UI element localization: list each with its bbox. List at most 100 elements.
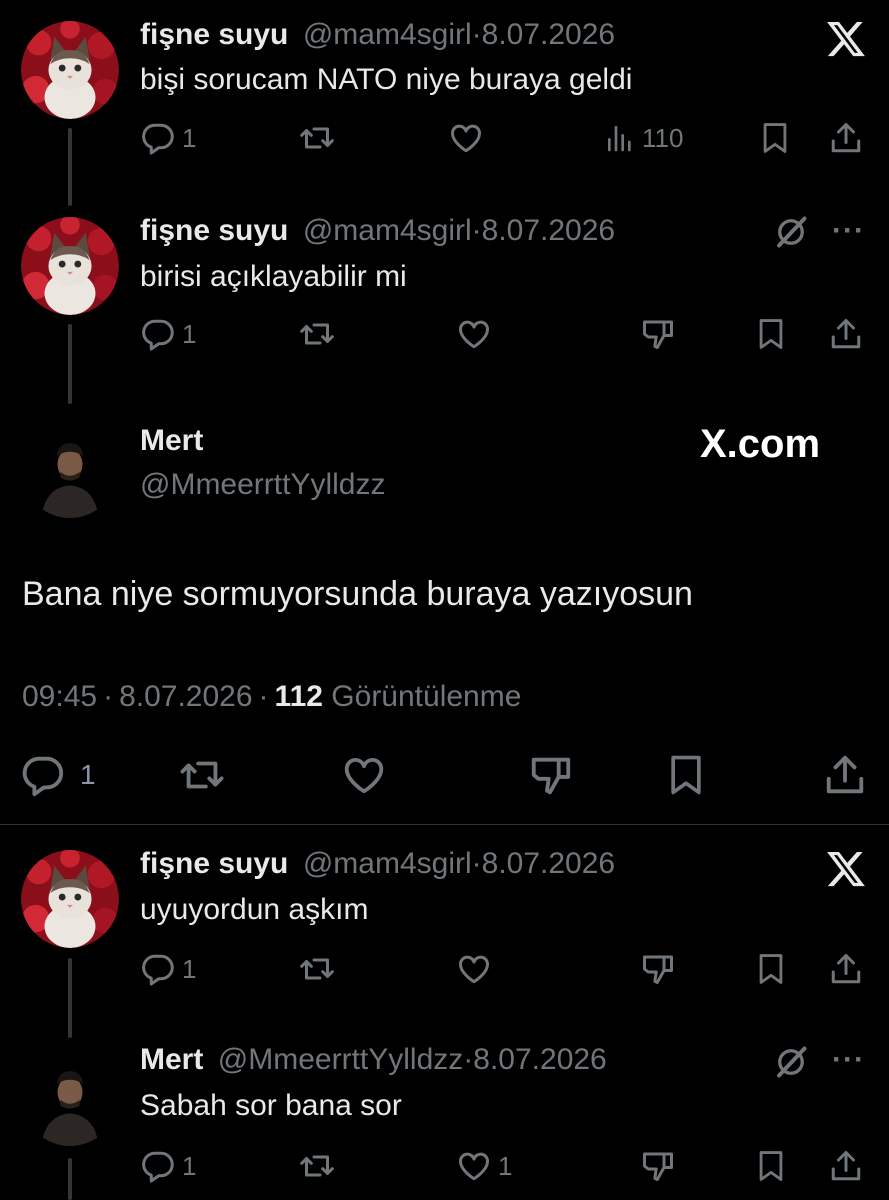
dislike-button[interactable]	[640, 951, 676, 987]
grok-icon[interactable]	[773, 1044, 809, 1080]
avatar-image	[22, 1050, 118, 1146]
avatar[interactable]	[21, 850, 119, 948]
dislike-button[interactable]	[640, 316, 676, 352]
reply-icon	[140, 316, 176, 352]
thread-line	[68, 128, 72, 206]
display-name[interactable]: Mert	[140, 424, 203, 458]
retweet-button[interactable]	[298, 316, 336, 352]
reply-count: 1	[182, 1150, 197, 1181]
tweet-date[interactable]: 8.07.2026	[482, 847, 615, 880]
reply-button[interactable]: 1	[140, 1148, 196, 1184]
reply-button[interactable]: 1	[140, 316, 196, 352]
like-button[interactable]	[456, 316, 492, 352]
separator: ·	[103, 680, 114, 713]
like-button[interactable]: 1	[456, 1148, 512, 1184]
reply-button[interactable]: 1	[20, 752, 96, 798]
retweet-icon	[298, 951, 336, 987]
handle[interactable]: @mam4sgirl	[303, 214, 472, 247]
share-icon	[828, 951, 864, 987]
share-button[interactable]	[828, 951, 864, 987]
reply-count: 1	[182, 318, 197, 349]
like-button[interactable]	[456, 951, 492, 987]
thread-line	[68, 958, 72, 1038]
separator: ·	[258, 680, 269, 713]
share-button[interactable]	[828, 1148, 864, 1184]
bookmark-button[interactable]	[664, 752, 708, 798]
avatar[interactable]	[21, 21, 119, 119]
tweet-text: birisi açıklayabilir mi	[140, 260, 407, 293]
bookmark-button[interactable]	[754, 1148, 788, 1184]
more-icon[interactable]: ···	[832, 1043, 865, 1077]
handle[interactable]: @MmeerrttYylldzz	[140, 468, 385, 502]
handle[interactable]: @MmeerrttYylldzz	[218, 1043, 463, 1076]
like-button[interactable]	[340, 752, 388, 798]
display-name[interactable]: fişne suyu	[140, 847, 288, 880]
retweet-icon	[298, 120, 336, 156]
reply-button[interactable]: 1	[140, 951, 196, 987]
bookmark-button[interactable]	[754, 316, 788, 352]
dislike-icon	[640, 951, 676, 987]
separator: ·	[471, 214, 482, 247]
reply-icon	[140, 120, 176, 156]
retweet-icon	[176, 752, 228, 798]
tweet-date[interactable]: 8.07.2026	[482, 18, 615, 51]
views-icon	[604, 120, 636, 156]
bookmark-button[interactable]	[754, 951, 788, 987]
avatar-image	[21, 850, 119, 948]
share-button[interactable]	[828, 120, 864, 156]
avatar[interactable]	[21, 217, 119, 315]
tweet-text: Bana niye sormuyorsunda buraya yazıyosun	[22, 575, 693, 613]
grok-icon[interactable]	[773, 214, 809, 250]
like-button[interactable]	[448, 120, 484, 156]
avatar-image	[21, 217, 119, 315]
share-button[interactable]	[828, 316, 864, 352]
tweet-text: uyuyordun aşkım	[140, 893, 369, 926]
views-button[interactable]: 110	[604, 120, 683, 156]
handle[interactable]: @mam4sgirl	[303, 18, 472, 51]
retweet-button[interactable]	[176, 752, 228, 798]
tweet-header: fişne suyu @mam4sgirl·8.07.2026	[140, 18, 615, 52]
dislike-button[interactable]	[640, 1148, 676, 1184]
views-count: 112	[274, 680, 323, 713]
display-name[interactable]: Mert	[140, 1043, 203, 1076]
handle[interactable]: @mam4sgirl	[303, 847, 472, 880]
display-name[interactable]: fişne suyu	[140, 18, 288, 51]
reply-button[interactable]: 1	[140, 120, 196, 156]
share-icon	[822, 752, 868, 798]
share-button[interactable]	[822, 752, 868, 798]
tweet-time[interactable]: 09:45	[22, 680, 97, 713]
reply-count: 1	[80, 759, 96, 790]
tweet-header: Mert @MmeerrttYylldzz·8.07.2026	[140, 1043, 607, 1077]
retweet-button[interactable]	[298, 951, 336, 987]
reply-icon	[140, 1148, 176, 1184]
tweet-date[interactable]: 8.07.2026	[473, 1043, 606, 1076]
x-logo-icon	[825, 18, 867, 60]
avatar[interactable]	[22, 1050, 118, 1146]
bookmark-icon	[754, 316, 788, 352]
dislike-button[interactable]	[528, 752, 574, 798]
share-icon	[828, 120, 864, 156]
bookmark-icon	[754, 951, 788, 987]
reply-count: 1	[182, 122, 197, 153]
dislike-icon	[528, 752, 574, 798]
thread-line	[68, 1158, 72, 1200]
like-icon	[448, 120, 484, 156]
reply-icon	[20, 752, 66, 798]
bookmark-icon	[754, 1148, 788, 1184]
avatar-image	[21, 21, 119, 119]
reply-icon	[140, 951, 176, 987]
display-name[interactable]: fişne suyu	[140, 214, 288, 247]
retweet-button[interactable]	[298, 1148, 336, 1184]
retweet-button[interactable]	[298, 120, 336, 156]
tweet-date[interactable]: 8.07.2026	[482, 214, 615, 247]
reply-count: 1	[182, 953, 197, 984]
tweet-date[interactable]: 8.07.2026	[119, 680, 252, 713]
bookmark-button[interactable]	[758, 120, 792, 156]
like-icon	[456, 316, 492, 352]
share-icon	[828, 1148, 864, 1184]
avatar[interactable]	[22, 422, 118, 518]
separator: ·	[471, 847, 482, 880]
more-icon[interactable]: ···	[832, 214, 865, 248]
like-count: 1	[498, 1150, 513, 1181]
tweet-timestamp: 09:45 · 8.07.2026 · 112 Görüntülenme	[22, 680, 521, 714]
